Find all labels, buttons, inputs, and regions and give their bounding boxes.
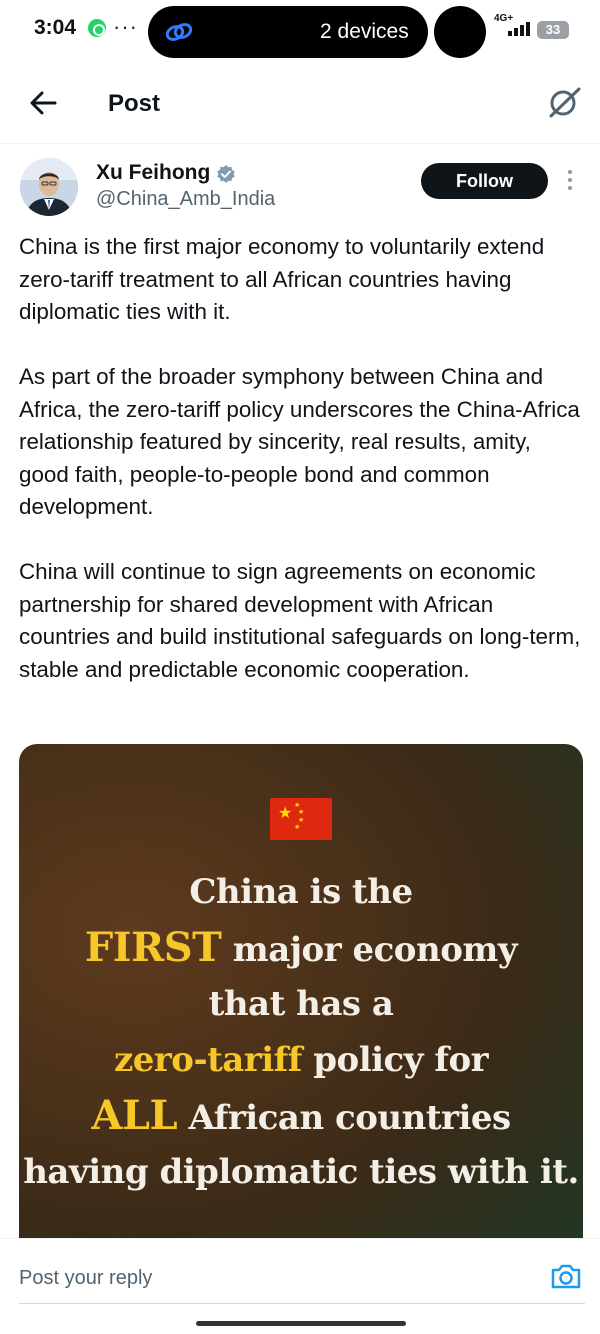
status-time: 3:04 [34,16,77,39]
grok-icon[interactable] [546,84,582,120]
china-flag-icon: ★ ★ ★ ★ ★ [270,798,332,840]
poster-highlight: ALL [91,1092,178,1139]
post-paragraph: China is the first major economy to volu… [19,234,545,324]
arrow-left-icon[interactable] [28,88,58,118]
battery-icon: 33 [537,21,569,39]
camera-icon[interactable] [550,1261,582,1291]
avatar[interactable] [20,158,78,216]
poster-text: China is the FIRST major economy that ha… [19,864,583,1200]
poster-highlight: FIRST [84,924,222,971]
poster-text-segment: African countries [177,1098,511,1138]
camera-cutout [434,6,486,58]
reply-divider [19,1303,585,1304]
follow-button[interactable]: Follow [421,163,548,199]
devices-label: 2 devices [320,20,409,43]
verified-badge-icon [217,165,235,183]
post-text: China is the first major economy to volu… [19,231,585,686]
poster-line: FIRST major economy [19,920,583,976]
dynamic-island[interactable]: 2 devices [148,6,428,58]
post-image[interactable]: ★ ★ ★ ★ ★ China is the FIRST major econo… [19,744,583,1284]
link-icon [165,23,193,41]
page-title: Post [108,90,161,117]
poster-line: having diplomatic ties with it. [23,1152,579,1192]
poster-highlight: zero-tariff [113,1040,302,1080]
status-bar: 3:04 ··· 2 devices 4G+ 33 [0,0,600,62]
reply-input[interactable] [19,1263,519,1293]
top-app-bar: Post [0,62,600,144]
reply-bar [0,1238,600,1334]
poster-line: that has a [208,984,394,1024]
home-indicator[interactable] [196,1321,406,1326]
poster-line: zero-tariff policy for [19,1032,583,1088]
author-name[interactable]: Xu Feihong [96,161,210,185]
poster-line: ALL African countries [19,1088,583,1144]
more-options-icon[interactable] [566,170,574,194]
post-paragraph: China will continue to sign agreements o… [19,559,581,682]
post-paragraph: As part of the broader symphony between … [19,364,580,519]
author-handle[interactable]: @China_Amb_India [96,188,275,211]
poster-line: China is the [189,872,413,912]
network-type: 4G+ [494,13,514,24]
whatsapp-icon [88,19,106,37]
more-notifications-icon: ··· [113,14,138,39]
poster-text-segment: policy for [301,1040,489,1080]
poster-text-segment: major economy [221,930,518,970]
